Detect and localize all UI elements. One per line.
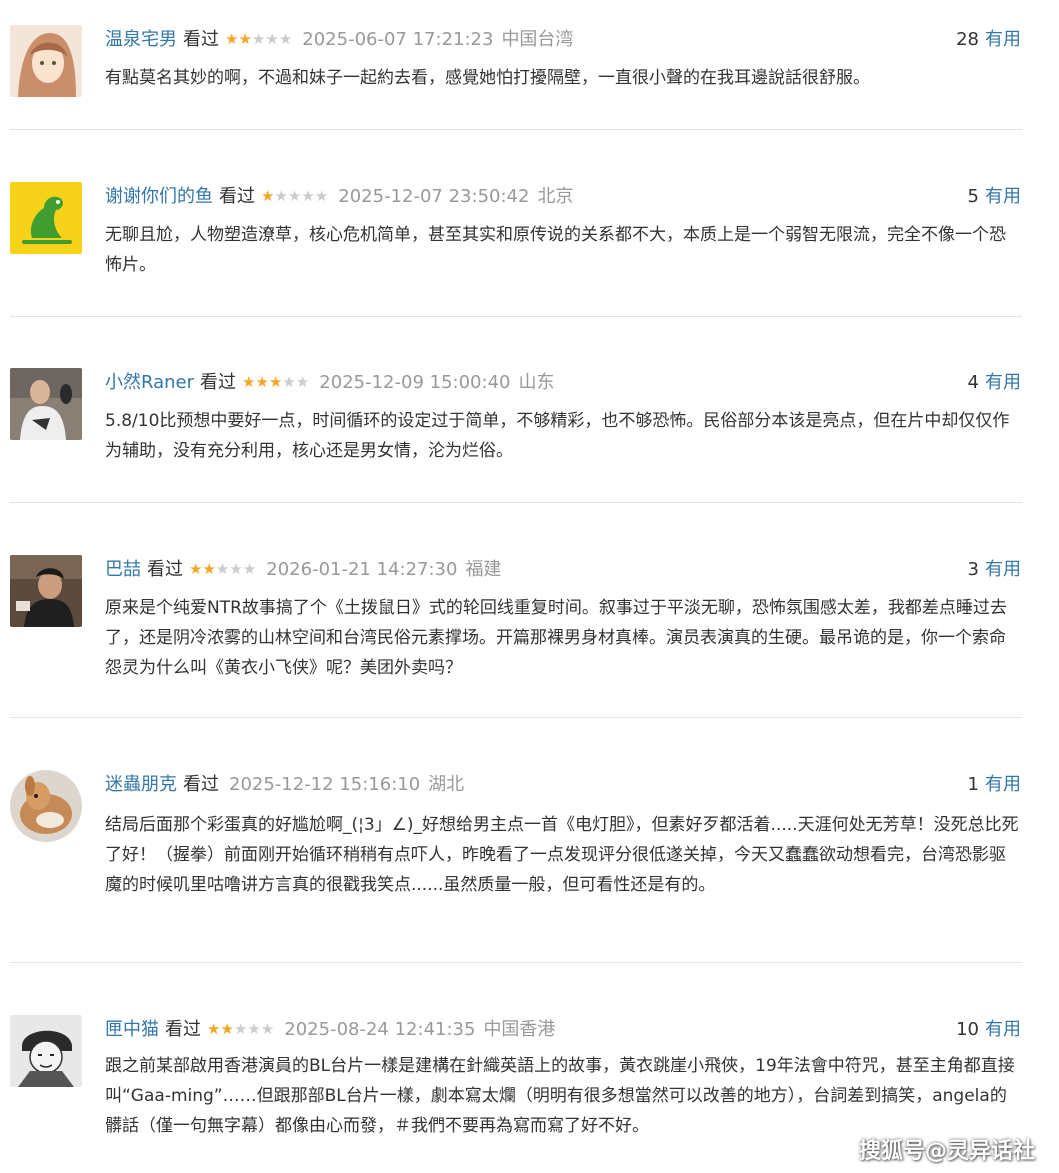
useful-button[interactable]: 有用 (985, 186, 1021, 207)
user-avatar[interactable] (10, 182, 82, 254)
username-link[interactable]: 匣中猫 (105, 1019, 159, 1040)
watched-label: 看过 (219, 186, 255, 207)
star-empty-icon: ★ (314, 187, 329, 205)
vote-area: 4 有用 (968, 368, 1021, 398)
vote-count: 5 (967, 186, 979, 207)
comment-text: 原来是个纯爱NTR故事搞了个《土拨鼠日》式的轮回线重复时间。叙事过于平淡无聊，恐… (105, 598, 1007, 678)
comment-time: 2025-06-07 17:21:23 (302, 29, 494, 50)
useful-button[interactable]: 有用 (985, 29, 1021, 50)
rating-stars: ★★★★★ (261, 181, 328, 211)
watched-label: 看过 (183, 29, 219, 50)
star-empty-icon: ★ (242, 560, 257, 578)
star-empty-icon: ★ (215, 560, 230, 578)
username-link[interactable]: 温泉宅男 (105, 29, 177, 50)
username-link[interactable]: 迷蟲朋克 (105, 774, 177, 795)
username-link[interactable]: 谢谢你们的鱼 (105, 186, 213, 207)
vote-count: 10 (956, 1019, 979, 1040)
star-empty-icon: ★ (301, 187, 315, 205)
vote-count: 1 (967, 774, 979, 795)
comment-time: 2025-12-09 15:00:40 (319, 372, 511, 393)
star-filled-icon: ★ (220, 1020, 234, 1038)
star-filled-icon: ★ (255, 373, 269, 391)
star-filled-icon: ★ (268, 373, 283, 391)
star-empty-icon: ★ (295, 373, 310, 391)
comment-location: 中国香港 (483, 1019, 556, 1040)
watermark: 搜狐号@灵异话社 (858, 1139, 1035, 1164)
star-empty-icon: ★ (274, 187, 288, 205)
vote-area: 10 有用 (956, 1015, 1021, 1045)
vote-count: 3 (967, 559, 979, 580)
username-link[interactable]: 巴喆 (105, 559, 141, 580)
comment-time: 2025-12-12 15:16:10 (229, 774, 421, 795)
star-filled-icon: ★ (207, 1020, 221, 1038)
watched-label: 看过 (183, 774, 219, 795)
comment-time: 2025-08-24 12:41:35 (284, 1019, 476, 1040)
star-empty-icon: ★ (233, 1020, 248, 1038)
comment-header: 匣中猫 看过 ★★★★★ 2025-08-24 12:41:35 中国香港 10 有用 (105, 1015, 1021, 1045)
rating-stars: ★★★★★ (189, 554, 256, 584)
vote-count: 28 (956, 29, 979, 50)
divider (10, 502, 1022, 503)
watched-label: 看过 (165, 1019, 201, 1040)
comment-time: 2026-01-21 14:27:30 (266, 559, 458, 580)
divider (10, 962, 1022, 963)
comment-header: 小然Raner 看过 ★★★★★ 2025-12-09 15:00:40 山东 4 有用 (105, 368, 1021, 398)
star-empty-icon: ★ (247, 1020, 261, 1038)
vote-count: 4 (967, 372, 979, 393)
useful-button[interactable]: 有用 (985, 774, 1021, 795)
comment-text: 无聊且尬，人物塑造潦草，核心危机简单，甚至其实和原传说的关系都不大，本质上是一个… (105, 225, 1006, 275)
star-empty-icon: ★ (287, 187, 302, 205)
star-filled-icon: ★ (242, 373, 256, 391)
watched-label: 看过 (200, 372, 237, 393)
user-avatar[interactable] (10, 25, 82, 97)
star-empty-icon: ★ (282, 373, 296, 391)
star-empty-icon: ★ (265, 30, 279, 48)
comment-text: 5.8/10比预想中要好一点，时间循环的设定过于简单，不够精彩，也不够恐怖。民俗… (105, 411, 1010, 461)
useful-button[interactable]: 有用 (985, 372, 1021, 393)
user-avatar[interactable] (10, 368, 82, 440)
useful-button[interactable]: 有用 (985, 559, 1021, 580)
useful-button[interactable]: 有用 (985, 1019, 1021, 1040)
comment-location: 中国台湾 (501, 29, 574, 50)
comment-time: 2025-12-07 23:50:42 (338, 186, 530, 207)
comment-text: 结局后面那个彩蛋真的好尴尬啊_(¦3」∠)_好想给男主点一首《电灯胆》，但素好歹… (105, 815, 1019, 895)
user-avatar[interactable] (10, 1015, 82, 1087)
comment-header: 温泉宅男 看过 ★★★★★ 2025-06-07 17:21:23 中国台湾 28 有用 (105, 25, 1021, 55)
vote-area: 28 有用 (956, 25, 1021, 55)
comment-location: 湖北 (428, 774, 465, 795)
user-avatar[interactable] (10, 555, 82, 627)
rating-stars: ★★★★★ (225, 24, 292, 54)
star-filled-icon: ★ (202, 560, 216, 578)
comment-text: 跟之前某部啟用香港演員的BL台片一樣是建構在針織英語上的故事，黃衣跳崖小飛俠，1… (105, 1056, 1015, 1136)
user-avatar[interactable] (10, 770, 82, 842)
comment-header: 巴喆 看过 ★★★★★ 2026-01-21 14:27:30 福建 3 有用 (105, 555, 1021, 585)
divider (10, 316, 1022, 317)
watched-label: 看过 (147, 559, 183, 580)
star-filled-icon: ★ (238, 30, 252, 48)
comment-header: 谢谢你们的鱼 看过 ★★★★★ 2025-12-07 23:50:42 北京 5 有用 (105, 182, 1021, 212)
comment-location: 山东 (518, 372, 555, 393)
comment-text: 有點莫名其妙的啊，不過和妹子一起約去看，感覺她怕打擾隔壁，一直很小聲的在我耳邊說… (105, 68, 870, 88)
username-link[interactable]: 小然Raner (105, 372, 194, 393)
divider (10, 717, 1022, 718)
star-filled-icon: ★ (189, 560, 203, 578)
rating-stars: ★★★★★ (242, 367, 309, 397)
star-empty-icon: ★ (278, 30, 293, 48)
star-filled-icon: ★ (225, 30, 239, 48)
comment-header: 迷蟲朋克 看过 2025-12-12 15:16:10 湖北 1 有用 (105, 770, 1021, 800)
vote-area: 1 有用 (968, 770, 1021, 800)
star-empty-icon: ★ (260, 1020, 275, 1038)
vote-area: 5 有用 (968, 182, 1021, 212)
divider (10, 129, 1022, 130)
comment-location: 福建 (465, 559, 502, 580)
star-empty-icon: ★ (229, 560, 243, 578)
star-filled-icon: ★ (261, 187, 275, 205)
rating-stars: ★★★★★ (207, 1014, 274, 1044)
comment-location: 北京 (537, 186, 574, 207)
vote-area: 3 有用 (968, 555, 1021, 585)
star-empty-icon: ★ (251, 30, 266, 48)
